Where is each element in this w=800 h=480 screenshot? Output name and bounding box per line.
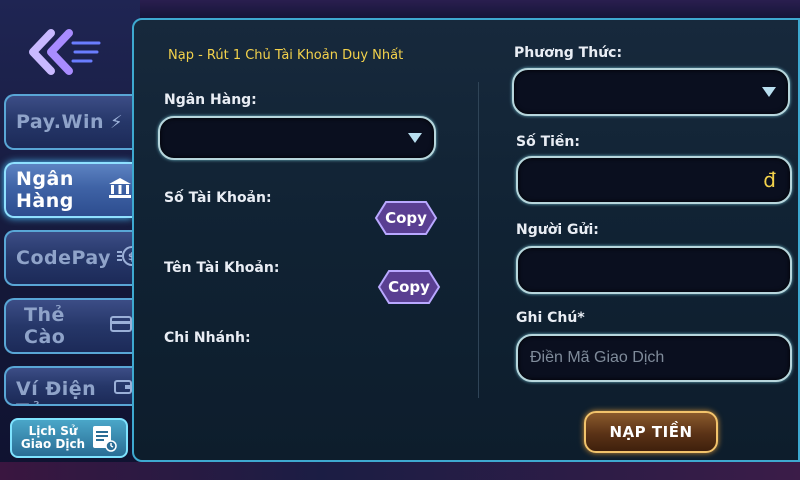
receipt-icon [93, 426, 117, 452]
sender-input-field[interactable] [518, 248, 790, 292]
tab-codepay[interactable]: CodePay $ [4, 230, 143, 286]
card-icon [110, 315, 132, 337]
account-number-label: Số Tài Khoản: [164, 190, 272, 206]
tab-vi-dien-tu[interactable]: Ví Điện Tử [4, 366, 132, 406]
bank-label: Ngân Hàng: [164, 92, 257, 108]
account-name-label: Tên Tài Khoản: [164, 260, 280, 276]
method-select[interactable] [512, 68, 790, 116]
tab-paywin-label: Pay.Win [16, 111, 105, 133]
tab-ngan-hang[interactable]: Ngân Hàng [4, 162, 132, 218]
copy-account-name-button[interactable]: Copy [377, 269, 441, 305]
wallet-icon [114, 378, 132, 399]
branch-label: Chi Nhánh: [164, 330, 251, 346]
tab-the-cao[interactable]: Thẻ Cào [4, 298, 132, 354]
amount-input-field[interactable] [518, 158, 790, 202]
chevron-down-icon [762, 87, 776, 97]
lightning-icon: ⚡ [110, 111, 124, 133]
transaction-history-button[interactable]: Lịch Sử Giao Dịch [10, 418, 128, 458]
copy-label: Copy [388, 278, 430, 296]
back-arrow-icon [29, 29, 101, 75]
single-account-notice: Nạp - Rút 1 Chủ Tài Khoản Duy Nhất [168, 48, 404, 63]
tab-paywin[interactable]: Pay.Win ⚡ [4, 94, 132, 150]
back-button[interactable] [20, 24, 110, 80]
bottom-background [0, 462, 800, 480]
history-label-line2: Giao Dịch [20, 437, 86, 451]
bank-icon [108, 177, 132, 204]
currency-symbol: đ [763, 168, 776, 192]
bank-select[interactable] [158, 116, 436, 160]
tab-ngan-hang-label: Ngân Hàng [16, 168, 74, 212]
chevron-down-icon [408, 133, 422, 143]
sender-input[interactable] [516, 246, 792, 294]
method-label: Phương Thức: [514, 45, 623, 61]
note-input[interactable] [516, 334, 792, 382]
tab-codepay-label: CodePay [16, 247, 112, 269]
copy-label: Copy [385, 209, 427, 227]
tab-vi-dien-tu-label: Ví Điện Tử [16, 378, 97, 404]
amount-label: Số Tiền: [516, 134, 580, 150]
note-input-field[interactable] [518, 336, 790, 380]
deposit-submit-button[interactable]: NẠP TIỀN [584, 411, 718, 453]
history-label: Lịch Sử Giao Dịch [21, 425, 85, 451]
tab-the-cao-label: Thẻ Cào [24, 304, 66, 348]
copy-account-number-button[interactable]: Copy [374, 200, 438, 236]
column-divider [478, 82, 479, 398]
note-label: Ghi Chú* [516, 310, 585, 326]
sender-label: Người Gửi: [516, 222, 599, 238]
amount-input[interactable]: đ [516, 156, 792, 204]
